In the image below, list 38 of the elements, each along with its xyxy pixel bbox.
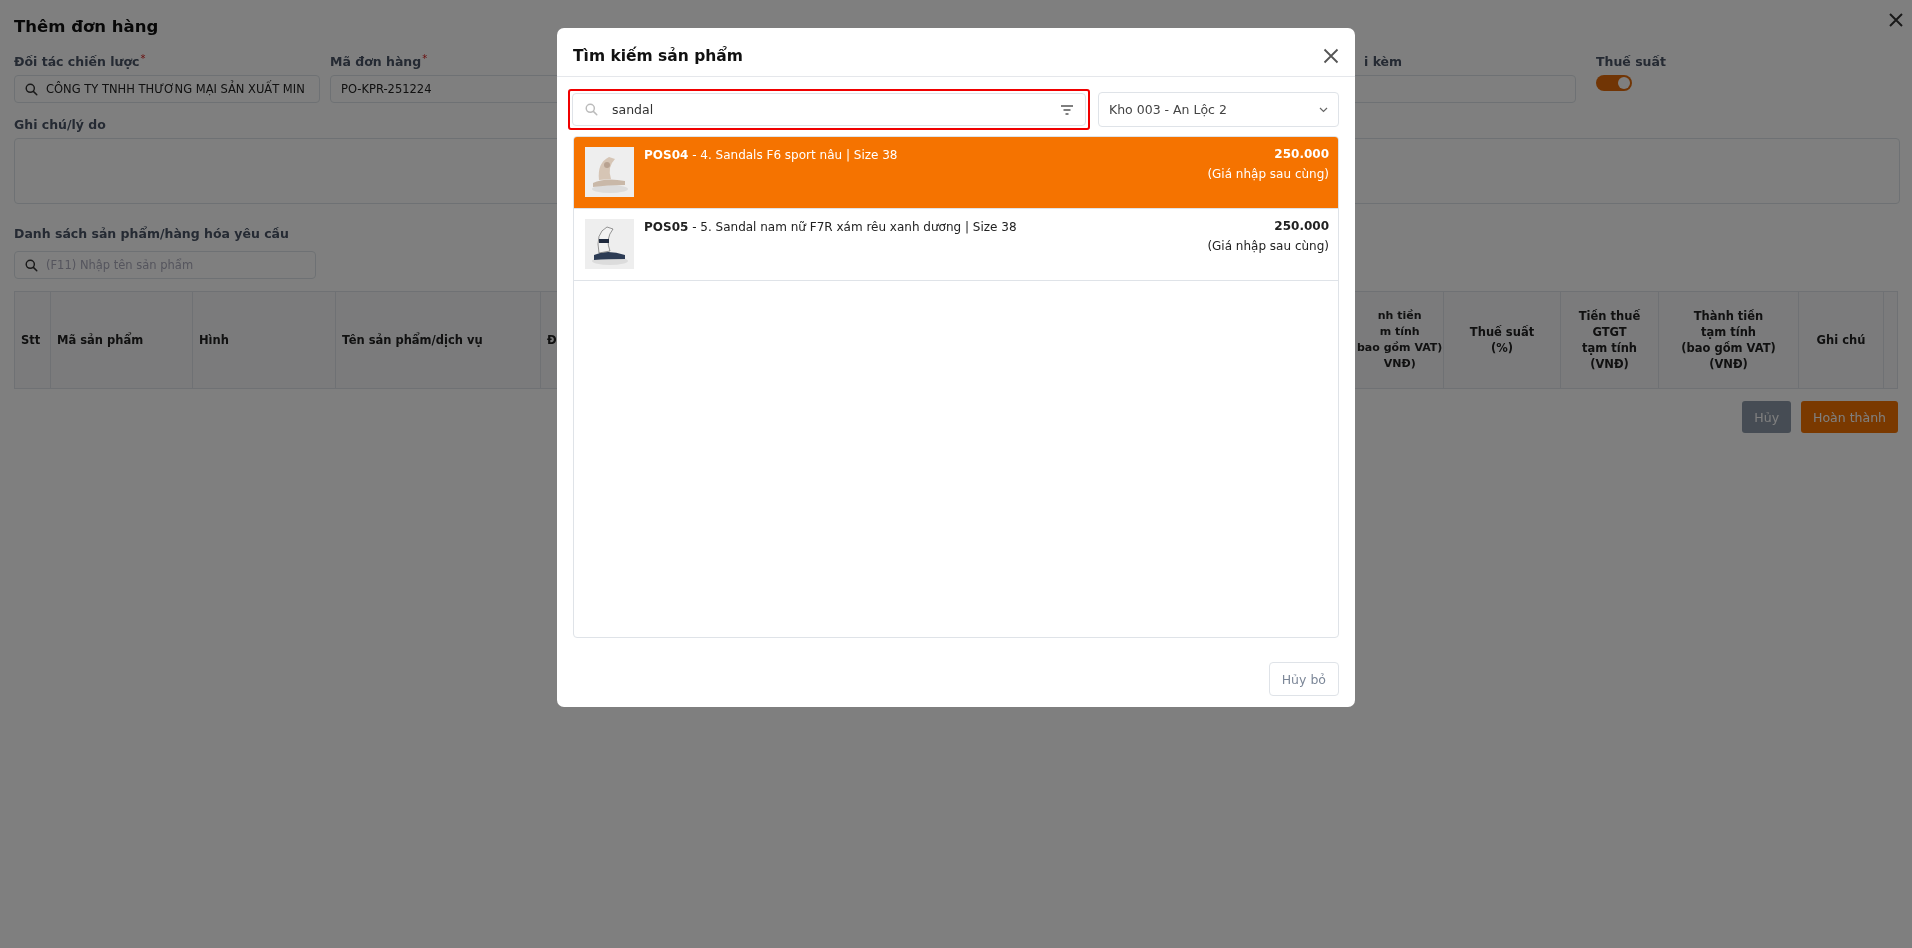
price-note: (Giá nhập sau cùng): [1207, 239, 1329, 253]
section-label: Danh sách sản phẩm/hàng hóa yêu cầu: [14, 226, 289, 241]
price: 250.000: [1274, 147, 1329, 161]
product-name: POS04 - 4. Sandals F6 sport nâu | Size 38: [644, 147, 899, 162]
price-note: (Giá nhập sau cùng): [1207, 167, 1329, 181]
product-name: POS05 - 5. Sandal nam nữ F7R xám rêu xanh dương | Size 38: [644, 219, 1018, 234]
search-icon: [585, 103, 598, 116]
column-header: Stt: [15, 292, 51, 388]
column-header: Ghi chú: [1799, 292, 1884, 388]
search-icon: [25, 258, 38, 272]
field-label: Đối tác chiến lược: [14, 54, 140, 69]
close-icon[interactable]: [1888, 12, 1904, 28]
required-mark: *: [140, 54, 146, 64]
filter-icon[interactable]: [1061, 104, 1073, 115]
column-header: Thành tiền tạm tính (bao gồm VAT) (VNĐ): [1659, 292, 1799, 388]
required-mark: *: [422, 54, 428, 64]
field-label: Mã đơn hàng: [330, 54, 422, 69]
field-label: Ghi chú/lý do: [14, 117, 106, 132]
chevron-down-icon: [1319, 106, 1328, 113]
tax-toggle[interactable]: [1596, 75, 1632, 91]
column-header: Tên sản phẩm/dịch vụ: [336, 292, 541, 388]
modal-title: Tìm kiếm sản phẩm: [573, 47, 743, 65]
cancel-button[interactable]: Hủy bỏ: [1268, 662, 1339, 696]
page-title: Thêm đơn hàng: [14, 16, 159, 38]
price: 250.000: [1274, 219, 1329, 233]
warehouse-select[interactable]: Kho 003 - An Lộc 2: [1098, 92, 1339, 127]
column-header: Mã sản phẩm: [51, 292, 193, 388]
column-header: Thuế suất (%): [1444, 292, 1561, 388]
search-field[interactable]: sandal: [572, 93, 1086, 126]
field-label: i kèm: [1364, 54, 1403, 69]
field-label: Thuế suất: [1596, 54, 1666, 69]
column-header: Tiền thuế GTGT tạm tính (VNĐ): [1561, 292, 1659, 388]
complete-button[interactable]: Hoàn thành: [1801, 401, 1898, 433]
result-row[interactable]: POS04 - 4. Sandals F6 sport nâu | Size 38 250.000 (Giá nhập sau cùng): [574, 137, 1338, 209]
column-header: Hình: [193, 292, 336, 388]
close-icon[interactable]: [1323, 48, 1339, 64]
search-field[interactable]: CÔNG TY TNHH THƯƠNG MẠI SẢN XUẤT MIN: [14, 75, 320, 103]
search-icon: [25, 82, 38, 96]
